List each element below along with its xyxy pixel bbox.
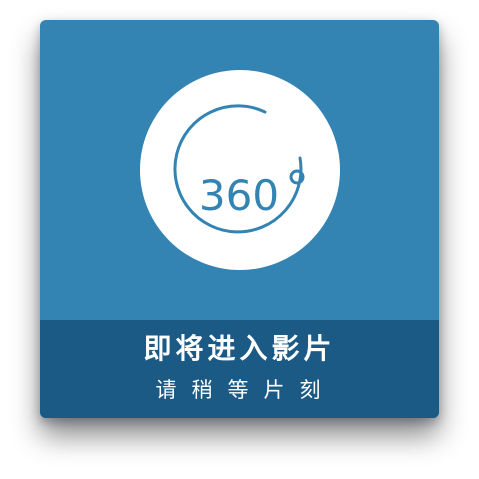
page-subtitle: 请稍等片刻 — [155, 378, 336, 402]
badge-text: 360 — [199, 171, 279, 220]
caption-bar: 即将进入影片 请稍等片刻 — [40, 320, 439, 418]
360-degree-icon: 360 — [140, 70, 340, 270]
splash-screen: 360 即将进入影片 请稍等片刻 — [0, 0, 479, 479]
page-title: 即将进入影片 — [143, 332, 336, 365]
360-degree-icon-graphic: 360 — [173, 104, 305, 234]
loading-card: 360 即将进入影片 请稍等片刻 — [40, 20, 439, 418]
hero-area: 360 — [40, 20, 439, 320]
